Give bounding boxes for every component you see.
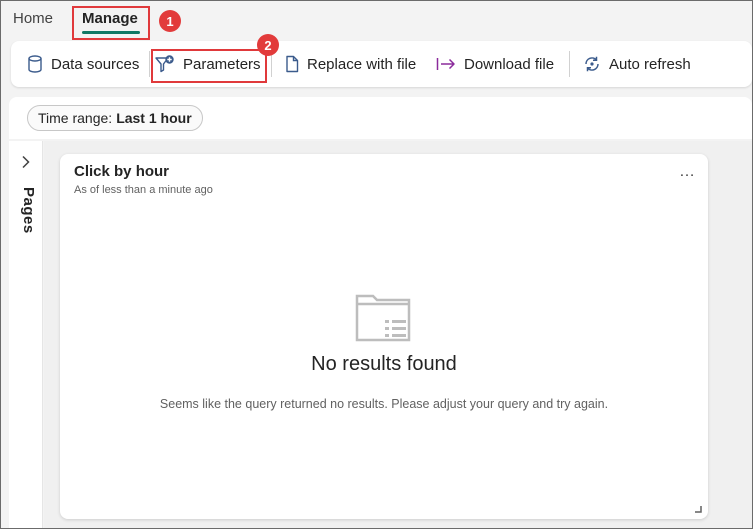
data-sources-button[interactable]: Data sources — [27, 53, 139, 75]
data-sources-label: Data sources — [51, 55, 140, 73]
document-icon — [286, 55, 299, 73]
more-icon[interactable]: … — [679, 164, 696, 180]
auto-refresh-button[interactable]: Auto refresh — [583, 53, 691, 75]
auto-refresh-label: Auto refresh — [609, 55, 691, 73]
toolbar-divider — [569, 51, 570, 77]
annotation-highlight-parameters — [151, 49, 267, 83]
pages-panel: Pages — [9, 141, 43, 528]
time-range-label: Time range: — [38, 110, 113, 126]
replace-with-file-label: Replace with file — [307, 55, 417, 73]
tile-title: Click by hour — [74, 163, 170, 180]
dashboard-canvas: Click by hour As of less than a minute a… — [44, 141, 752, 528]
annotation-step-1-badge: 1 — [159, 10, 181, 32]
app-frame: Home Manage Data sources Parameters Repl… — [0, 0, 753, 529]
annotation-highlight-manage — [72, 6, 150, 40]
filter-bar: Time range: Last 1 hour — [9, 97, 752, 139]
replace-with-file-button[interactable]: Replace with file — [285, 53, 416, 75]
tile-card: Click by hour As of less than a minute a… — [60, 154, 708, 519]
tile-subtitle: As of less than a minute ago — [74, 184, 213, 196]
database-icon — [28, 55, 42, 73]
download-file-label: Download file — [464, 55, 555, 73]
annotation-step-2-badge: 2 — [257, 34, 279, 56]
arrow-export-icon — [436, 58, 455, 70]
resize-icon[interactable] — [694, 505, 702, 513]
download-file-button[interactable]: Download file — [436, 53, 554, 75]
manage-toolbar: Data sources Parameters Replace with fil… — [11, 41, 752, 87]
toolbar-divider — [149, 51, 150, 77]
empty-state-description: Seems like the query returned no results… — [159, 397, 609, 411]
chevron-right-icon[interactable] — [21, 155, 31, 169]
folder-list-icon — [355, 294, 411, 342]
time-range-value: Last 1 hour — [116, 110, 192, 126]
time-range-pill[interactable]: Time range: Last 1 hour — [27, 105, 203, 131]
empty-state-title: No results found — [311, 353, 457, 375]
tab-home[interactable]: Home — [13, 10, 53, 27]
sync-icon — [585, 56, 599, 72]
pages-panel-label[interactable]: Pages — [13, 187, 37, 234]
